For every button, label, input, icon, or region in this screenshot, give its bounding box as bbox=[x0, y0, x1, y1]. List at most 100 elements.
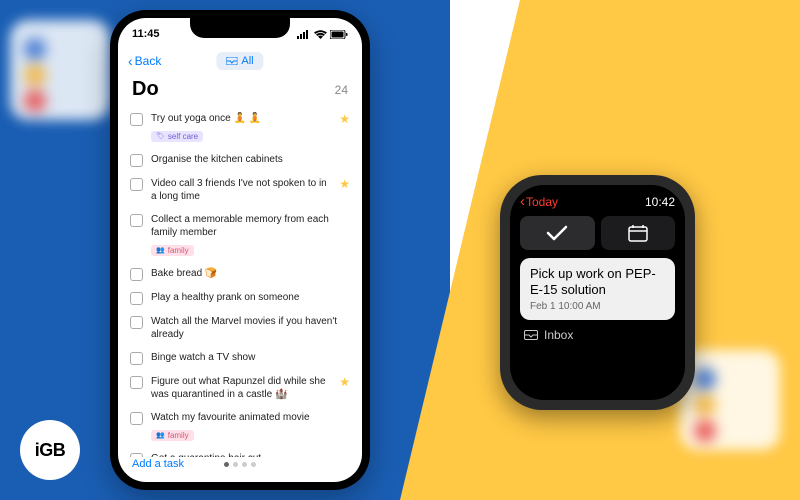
task-item[interactable]: Try out yoga once 🧘 🧘 🏷self care ★ bbox=[130, 107, 350, 148]
task-checkbox[interactable] bbox=[130, 113, 143, 126]
inbox-icon bbox=[226, 57, 237, 65]
filter-label: All bbox=[241, 55, 253, 67]
blur-dot-icon bbox=[694, 394, 716, 416]
task-checkbox[interactable] bbox=[130, 412, 143, 425]
watch-status-bar: ‹ Today 10:42 bbox=[520, 193, 675, 210]
page-dot bbox=[233, 462, 238, 467]
task-item[interactable]: Bake bread 🍞 bbox=[130, 262, 350, 286]
task-item[interactable]: Watch my favourite animated movie 👥family bbox=[130, 406, 350, 447]
task-content: Try out yoga once 🧘 🧘 🏷self care bbox=[151, 112, 331, 143]
watch-tabs bbox=[520, 216, 675, 250]
task-checkbox[interactable] bbox=[130, 292, 143, 305]
list-title: Do bbox=[132, 78, 159, 101]
task-checkbox[interactable] bbox=[130, 268, 143, 281]
task-checkbox[interactable] bbox=[130, 316, 143, 329]
task-text: Try out yoga once 🧘 🧘 bbox=[151, 112, 331, 125]
task-text: Binge watch a TV show bbox=[151, 351, 350, 364]
blur-dot-icon bbox=[694, 368, 716, 390]
task-tag[interactable]: 🏷self care bbox=[151, 131, 203, 142]
task-checkbox[interactable] bbox=[130, 178, 143, 191]
watch-back-button[interactable]: ‹ Today bbox=[520, 193, 558, 210]
people-icon: 👥 bbox=[156, 431, 165, 439]
task-content: Video call 3 friends I've not spoken to … bbox=[151, 177, 331, 203]
task-item[interactable]: Watch all the Marvel movies if you haven… bbox=[130, 310, 350, 346]
people-icon: 👥 bbox=[156, 246, 165, 254]
back-button[interactable]: ‹ Back bbox=[128, 53, 161, 69]
watch-tab-checkmark[interactable] bbox=[520, 216, 595, 250]
task-content: Watch all the Marvel movies if you haven… bbox=[151, 315, 350, 341]
task-content: Watch my favourite animated movie 👥family bbox=[151, 411, 350, 442]
page-dot bbox=[224, 462, 229, 467]
brand-badge: iGB bbox=[20, 420, 80, 480]
list-header: Do 24 bbox=[118, 76, 362, 107]
task-text: Watch my favourite animated movie bbox=[151, 411, 350, 424]
watch-back-label: Today bbox=[526, 195, 558, 209]
task-text: Bake bread 🍞 bbox=[151, 267, 350, 280]
watch-task-card[interactable]: Pick up work on PEP-E-15 solution Feb 1 … bbox=[520, 258, 675, 320]
task-text: Video call 3 friends I've not spoken to … bbox=[151, 177, 331, 203]
task-text: Organise the kitchen cabinets bbox=[151, 153, 350, 166]
tag-label: family bbox=[168, 431, 189, 440]
iphone-notch bbox=[190, 18, 290, 38]
watch-inbox-label: Inbox bbox=[544, 328, 573, 342]
task-item[interactable]: Play a healthy prank on someone bbox=[130, 286, 350, 310]
task-content: Organise the kitchen cabinets bbox=[151, 153, 350, 166]
task-text: Watch all the Marvel movies if you haven… bbox=[151, 315, 350, 341]
blur-dot-icon bbox=[24, 90, 46, 112]
task-text: Play a healthy prank on someone bbox=[151, 291, 350, 304]
battery-icon bbox=[330, 30, 348, 39]
list-count: 24 bbox=[335, 83, 348, 97]
task-text: Collect a memorable memory from each fam… bbox=[151, 213, 350, 239]
task-content: Binge watch a TV show bbox=[151, 351, 350, 364]
task-item[interactable]: Video call 3 friends I've not spoken to … bbox=[130, 172, 350, 208]
watch-inbox-row[interactable]: Inbox bbox=[520, 328, 675, 342]
watch-card-title: Pick up work on PEP-E-15 solution bbox=[530, 266, 665, 299]
watch-card-time: Feb 1 10:00 AM bbox=[530, 301, 665, 312]
chevron-left-icon: ‹ bbox=[128, 53, 133, 69]
blur-decoration-tl bbox=[10, 20, 110, 120]
star-icon[interactable]: ★ bbox=[339, 177, 350, 191]
signal-icon bbox=[297, 30, 311, 39]
task-item[interactable]: Collect a memorable memory from each fam… bbox=[130, 208, 350, 262]
blur-dot-icon bbox=[694, 420, 716, 442]
task-checkbox[interactable] bbox=[130, 376, 143, 389]
add-task-button[interactable]: Add a task bbox=[132, 458, 184, 470]
calendar-icon bbox=[628, 224, 648, 242]
watch-tab-calendar[interactable] bbox=[601, 216, 676, 250]
nav-bar: ‹ Back All bbox=[118, 46, 362, 76]
watch-body: ‹ Today 10:42 Pick up work on PEP-E-15 s… bbox=[500, 175, 695, 410]
chevron-left-icon: ‹ bbox=[520, 193, 525, 210]
task-checkbox[interactable] bbox=[130, 154, 143, 167]
bottom-bar: Add a task bbox=[118, 452, 362, 476]
status-indicators bbox=[297, 30, 348, 39]
watch-screen: ‹ Today 10:42 Pick up work on PEP-E-15 s… bbox=[510, 185, 685, 400]
task-content: Collect a memorable memory from each fam… bbox=[151, 213, 350, 257]
tag-icon: 🏷 bbox=[156, 132, 165, 140]
task-content: Bake bread 🍞 bbox=[151, 267, 350, 280]
task-list[interactable]: Try out yoga once 🧘 🧘 🏷self care ★ Organise… bbox=[118, 107, 362, 457]
iphone-screen: 11:45 ‹ Back All Do 24 Try out yoga once… bbox=[118, 18, 362, 482]
task-tag[interactable]: 👥family bbox=[151, 245, 194, 256]
filter-button[interactable]: All bbox=[216, 52, 263, 70]
page-dot bbox=[251, 462, 256, 467]
star-icon[interactable]: ★ bbox=[339, 375, 350, 389]
blur-decoration-br bbox=[680, 350, 780, 450]
task-item[interactable]: Organise the kitchen cabinets bbox=[130, 148, 350, 172]
task-checkbox[interactable] bbox=[130, 214, 143, 227]
task-content: Figure out what Rapunzel did while she w… bbox=[151, 375, 331, 401]
task-checkbox[interactable] bbox=[130, 352, 143, 365]
task-item[interactable]: Figure out what Rapunzel did while she w… bbox=[130, 370, 350, 406]
inbox-icon bbox=[524, 330, 538, 340]
watch-time: 10:42 bbox=[645, 195, 675, 209]
page-dot bbox=[242, 462, 247, 467]
task-tag[interactable]: 👥family bbox=[151, 430, 194, 441]
brand-text: iGB bbox=[35, 440, 66, 461]
status-time: 11:45 bbox=[132, 28, 160, 40]
page-indicator[interactable] bbox=[224, 462, 256, 467]
task-item[interactable]: Binge watch a TV show bbox=[130, 346, 350, 370]
checkmark-icon bbox=[546, 225, 568, 241]
tag-label: self care bbox=[168, 132, 198, 141]
wifi-icon bbox=[314, 30, 327, 39]
star-icon[interactable]: ★ bbox=[339, 112, 350, 126]
tag-label: family bbox=[168, 246, 189, 255]
